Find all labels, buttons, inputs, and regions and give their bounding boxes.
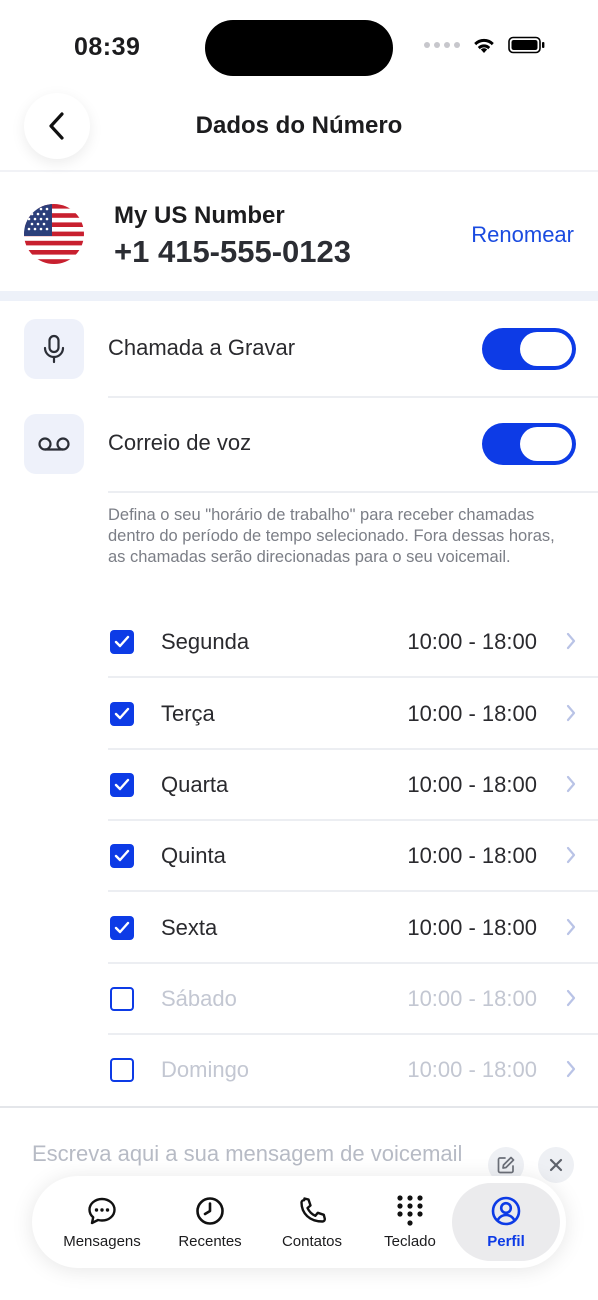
- checkmark-icon: [114, 921, 130, 934]
- call-recording-toggle[interactable]: [482, 328, 576, 370]
- day-hours: 10:00 - 18:00: [407, 629, 537, 654]
- checkbox-checked[interactable]: [110, 630, 134, 654]
- divider: [108, 890, 598, 892]
- chevron-right-icon: [566, 775, 576, 793]
- microphone-icon: [24, 319, 84, 379]
- chat-bubble-icon: [86, 1195, 118, 1227]
- chevron-right-icon: [566, 918, 576, 936]
- dynamic-island: [205, 20, 393, 76]
- day-hours: 10:00 - 18:00: [407, 915, 537, 940]
- tab-contatos[interactable]: Contatos: [258, 1183, 366, 1261]
- day-name: Segunda: [161, 629, 250, 654]
- tab-recentes[interactable]: Recentes: [156, 1183, 264, 1261]
- checkmark-icon: [114, 849, 130, 862]
- rename-button[interactable]: Renomear: [471, 222, 574, 248]
- checkmark-icon: [114, 778, 130, 791]
- checkbox-checked[interactable]: [110, 916, 134, 940]
- toggle-knob: [520, 427, 572, 461]
- checkbox-unchecked[interactable]: [110, 1058, 134, 1082]
- chevron-right-icon: [566, 1060, 576, 1078]
- chevron-right-icon: [566, 704, 576, 722]
- phone-icon: [296, 1195, 328, 1227]
- tab-label: Contatos: [281, 1232, 343, 1250]
- day-hours: 10:00 - 18:00: [407, 1057, 537, 1082]
- day-row-quinta[interactable]: Quinta 10:00 - 18:00: [0, 821, 598, 892]
- day-name: Quinta: [161, 843, 226, 868]
- tab-perfil[interactable]: Perfil: [452, 1183, 560, 1261]
- profile-icon: [490, 1195, 522, 1227]
- day-hours: 10:00 - 18:00: [407, 772, 537, 797]
- day-name: Sexta: [161, 915, 218, 940]
- cellular-signal-icon: [424, 42, 460, 48]
- day-name: Sábado: [161, 986, 237, 1011]
- number-card: My US Number +1 415-555-0123 Renomear: [0, 174, 598, 292]
- day-row-quarta[interactable]: Quarta 10:00 - 18:00: [0, 750, 598, 821]
- checkbox-checked[interactable]: [110, 844, 134, 868]
- setting-row-voicemail: Correio de voz: [0, 397, 598, 491]
- chevron-right-icon: [566, 989, 576, 1007]
- day-row-sexta[interactable]: Sexta 10:00 - 18:00: [0, 893, 598, 964]
- close-icon: [549, 1158, 563, 1172]
- day-hours: 10:00 - 18:00: [407, 986, 537, 1011]
- clock-icon: [194, 1195, 226, 1227]
- day-name: Quarta: [161, 772, 229, 797]
- tab-label: Mensagens: [63, 1232, 141, 1250]
- number-details-screen: 08:39 Dados do Número My US Number +1 41…: [0, 0, 598, 1300]
- tab-mensagens[interactable]: Mensagens: [48, 1183, 156, 1261]
- chevron-right-icon: [566, 632, 576, 650]
- day-row-terca[interactable]: Terça 10:00 - 18:00: [0, 679, 598, 750]
- setting-label: Chamada a Gravar: [108, 335, 296, 360]
- checkmark-icon: [114, 707, 130, 720]
- day-row-sabado[interactable]: Sábado 10:00 - 18:00: [0, 964, 598, 1035]
- phone-number: +1 415-555-0123: [114, 234, 352, 269]
- section-divider: [0, 291, 598, 301]
- tab-bar: Mensagens Recentes Contatos Teclado Perf…: [32, 1176, 566, 1268]
- tab-label: Teclado: [384, 1232, 436, 1250]
- day-name: Terça: [161, 701, 215, 726]
- voicemail-toggle[interactable]: [482, 423, 576, 465]
- tab-teclado[interactable]: Teclado: [356, 1183, 464, 1261]
- checkbox-checked[interactable]: [110, 702, 134, 726]
- divider: [108, 491, 598, 493]
- setting-row-call-recording: Chamada a Gravar: [0, 302, 598, 396]
- tab-label: Recentes: [178, 1232, 242, 1250]
- tab-label: Perfil: [487, 1232, 525, 1250]
- divider: [108, 676, 598, 678]
- wifi-icon: [474, 38, 494, 53]
- day-name: Domingo: [161, 1057, 250, 1082]
- clear-message-button[interactable]: [538, 1147, 574, 1183]
- setting-label: Correio de voz: [108, 430, 252, 455]
- number-name: My US Number: [114, 202, 285, 229]
- divider: [0, 1106, 598, 1108]
- checkbox-unchecked[interactable]: [110, 987, 134, 1011]
- keypad-icon: [395, 1194, 425, 1227]
- battery-icon: [508, 36, 545, 54]
- status-icons: [424, 36, 546, 54]
- checkbox-checked[interactable]: [110, 773, 134, 797]
- day-row-segunda[interactable]: Segunda 10:00 - 18:00: [0, 607, 598, 678]
- page-title: Dados do Número: [195, 112, 403, 139]
- edit-icon: [497, 1156, 515, 1174]
- working-hours-info: Defina o seu "horário de trabalho" para …: [108, 506, 555, 566]
- voicemail-icon: [24, 414, 84, 474]
- us-flag-icon: [24, 204, 84, 264]
- day-hours: 10:00 - 18:00: [407, 843, 537, 868]
- day-row-domingo[interactable]: Domingo 10:00 - 18:00: [0, 1035, 598, 1106]
- status-time: 08:39: [74, 33, 141, 61]
- chevron-right-icon: [566, 846, 576, 864]
- status-bar: 08:39: [0, 0, 598, 90]
- checkmark-icon: [114, 635, 130, 648]
- navigation-header: Dados do Número: [0, 90, 598, 172]
- toggle-knob: [520, 332, 572, 366]
- day-hours: 10:00 - 18:00: [407, 701, 537, 726]
